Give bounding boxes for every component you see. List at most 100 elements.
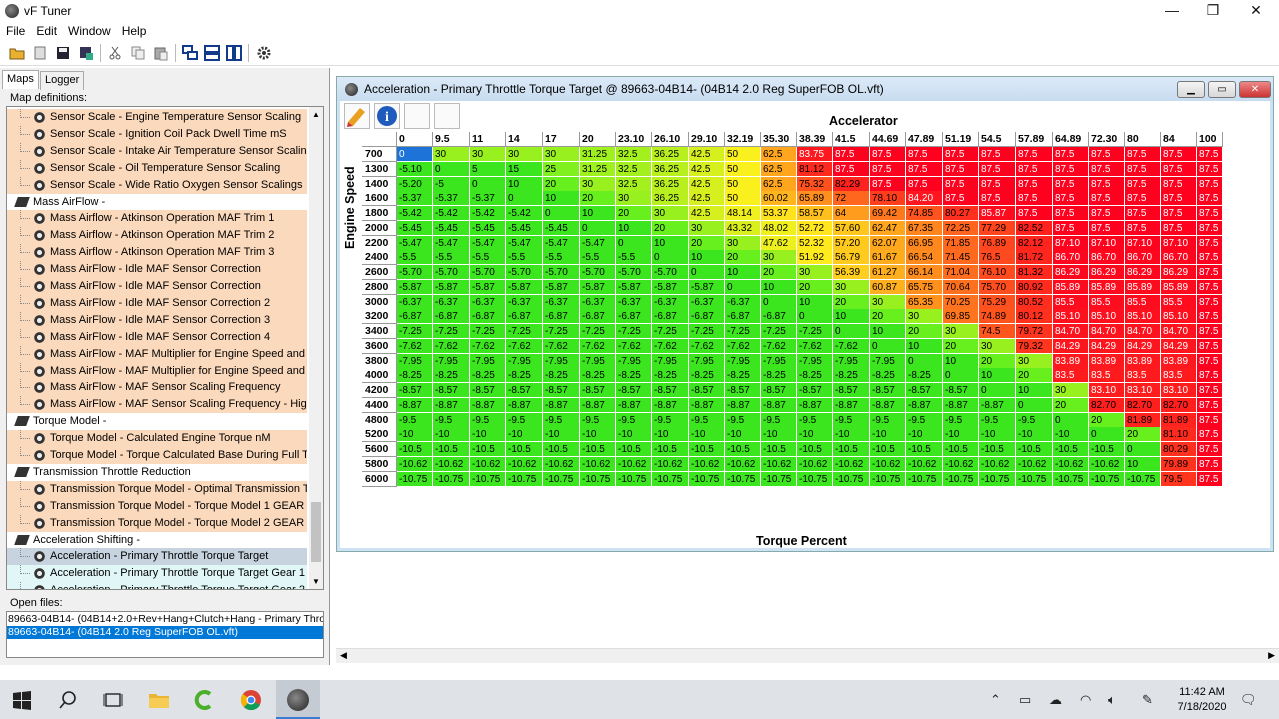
table-cell[interactable]: -9.5 — [906, 412, 943, 428]
table-cell[interactable]: -7.62 — [689, 338, 725, 354]
table-cell[interactable]: -10.62 — [761, 456, 797, 472]
table-cell[interactable]: 87.5 — [1125, 147, 1161, 162]
table-cell[interactable]: -7.25 — [506, 324, 543, 339]
table-cell[interactable]: 87.5 — [833, 161, 870, 177]
table-cell[interactable]: -5.45 — [433, 220, 470, 236]
table-cell[interactable]: -10.62 — [870, 456, 906, 472]
table-cell[interactable]: -8.25 — [397, 368, 433, 384]
scroll-right-icon[interactable]: ▶ — [1268, 650, 1275, 661]
table-cell[interactable]: 64 — [833, 206, 870, 221]
table-cell[interactable]: 71.85 — [943, 235, 979, 251]
table-cell[interactable]: -10.75 — [580, 471, 616, 487]
table-cell[interactable]: 10 — [1016, 383, 1053, 398]
table-cell[interactable]: -10.5 — [580, 442, 616, 457]
table-cell[interactable]: 76.89 — [979, 235, 1016, 251]
table-cell[interactable]: -8.87 — [906, 397, 943, 413]
tab-logger[interactable]: Logger — [40, 71, 85, 90]
table-cell[interactable]: 87.5 — [1197, 412, 1223, 428]
table-cell[interactable]: -10 — [616, 427, 652, 443]
table-cell[interactable]: 20 — [979, 353, 1016, 369]
table-cell[interactable]: 48.02 — [761, 220, 797, 236]
table-cell[interactable]: 87.5 — [1197, 397, 1223, 413]
map-item[interactable]: Transmission Torque Model - Torque Model… — [7, 514, 307, 532]
table-cell[interactable]: -10 — [725, 427, 761, 443]
table-cell[interactable]: 87.5 — [979, 147, 1016, 162]
maximize-button[interactable]: ❐ — [1190, 0, 1236, 22]
table-cell[interactable]: -10 — [543, 427, 580, 443]
table-cell[interactable]: -10.5 — [870, 442, 906, 457]
table-cell[interactable]: -5.47 — [433, 235, 470, 251]
table-cell[interactable]: -10.5 — [906, 442, 943, 457]
table-cell[interactable]: -10.62 — [797, 456, 833, 472]
table-cell[interactable]: -9.5 — [797, 412, 833, 428]
table-cell[interactable]: -10.62 — [1053, 456, 1089, 472]
table-cell[interactable]: -10.62 — [725, 456, 761, 472]
table-cell[interactable]: -8.25 — [761, 368, 797, 384]
table-cell[interactable]: 87.5 — [979, 161, 1016, 177]
table-cell[interactable]: -10.75 — [979, 471, 1016, 487]
table-cell[interactable]: 87.5 — [870, 176, 906, 192]
map-item[interactable]: Sensor Scale - Engine Temperature Sensor… — [7, 109, 307, 126]
table-cell[interactable]: -7.95 — [833, 353, 870, 369]
table-cell[interactable]: 62.5 — [761, 176, 797, 192]
table-cell[interactable]: -10.62 — [833, 456, 870, 472]
table-cell[interactable]: 83.89 — [1089, 353, 1125, 369]
table-cell[interactable]: -10.62 — [1089, 456, 1125, 472]
table-cell[interactable]: -10.5 — [652, 442, 689, 457]
table-cell[interactable]: -10.5 — [1016, 442, 1053, 457]
table-cell[interactable]: 87.5 — [1089, 147, 1125, 162]
menu-file[interactable]: File — [0, 22, 30, 38]
table-cell[interactable]: 81.72 — [1016, 250, 1053, 266]
table-cell[interactable]: -5.42 — [397, 206, 433, 221]
table-cell[interactable]: 87.5 — [1197, 294, 1223, 310]
table-cell[interactable]: 85.5 — [1089, 294, 1125, 310]
table-cell[interactable]: 87.5 — [1197, 338, 1223, 354]
table-cell[interactable]: -7.95 — [397, 353, 433, 369]
table-cell[interactable]: 60.87 — [870, 279, 906, 295]
table-cell[interactable]: -8.25 — [470, 368, 506, 384]
table-cell[interactable]: -7.95 — [470, 353, 506, 369]
table-cell[interactable]: -9.5 — [470, 412, 506, 428]
table-cell[interactable]: 87.5 — [1089, 161, 1125, 177]
table-cell[interactable]: 85.89 — [1125, 279, 1161, 295]
table-cell[interactable]: 30 — [979, 338, 1016, 354]
table-cell[interactable]: 0 — [506, 191, 543, 207]
table-cell[interactable]: -7.25 — [470, 324, 506, 339]
table-cell[interactable]: -8.57 — [652, 383, 689, 398]
table-cell[interactable]: -5.45 — [397, 220, 433, 236]
table-cell[interactable]: 30 — [797, 265, 833, 280]
map-item[interactable]: Mass AirFlow - MAF Sensor Scaling Freque… — [7, 396, 307, 414]
table-cell[interactable]: -7.62 — [652, 338, 689, 354]
table-cell[interactable]: -9.5 — [580, 412, 616, 428]
table-cell[interactable]: 87.5 — [1197, 250, 1223, 266]
table-cell[interactable]: 83.10 — [1161, 383, 1197, 398]
table-cell[interactable]: 20 — [580, 191, 616, 207]
table-cell[interactable]: 87.5 — [1197, 265, 1223, 280]
table-cell[interactable]: 10 — [725, 265, 761, 280]
map-item[interactable]: Mass Airflow - Atkinson Operation MAF Tr… — [7, 227, 307, 245]
table-cell[interactable]: 77.29 — [979, 220, 1016, 236]
table-cell[interactable]: 10 — [580, 206, 616, 221]
scrollbar-thumb[interactable] — [311, 502, 321, 562]
table-cell[interactable]: -5.37 — [397, 191, 433, 207]
table-cell[interactable]: -5.5 — [470, 250, 506, 266]
table-cell[interactable]: 69.42 — [870, 206, 906, 221]
table-cell[interactable]: -10.62 — [470, 456, 506, 472]
table-cell[interactable]: -5.5 — [543, 250, 580, 266]
table-cell[interactable]: -7.95 — [506, 353, 543, 369]
table-cell[interactable]: -8.25 — [433, 368, 470, 384]
table-cell[interactable]: 10 — [870, 324, 906, 339]
table-cell[interactable]: -10.5 — [616, 442, 652, 457]
table-cell[interactable]: 25 — [543, 161, 580, 177]
table-cell[interactable]: 87.5 — [979, 176, 1016, 192]
table-cell[interactable]: -10 — [470, 427, 506, 443]
table-cell[interactable]: 70.25 — [943, 294, 979, 310]
table-cell[interactable]: -8.57 — [616, 383, 652, 398]
table-cell[interactable]: -7.62 — [470, 338, 506, 354]
table-cell[interactable]: -5.87 — [543, 279, 580, 295]
table-cell[interactable]: -6.37 — [506, 294, 543, 310]
table-cell[interactable]: -8.57 — [397, 383, 433, 398]
table-cell[interactable]: 47.62 — [761, 235, 797, 251]
table-cell[interactable]: -7.62 — [761, 338, 797, 354]
table-cell[interactable]: -5.37 — [433, 191, 470, 207]
